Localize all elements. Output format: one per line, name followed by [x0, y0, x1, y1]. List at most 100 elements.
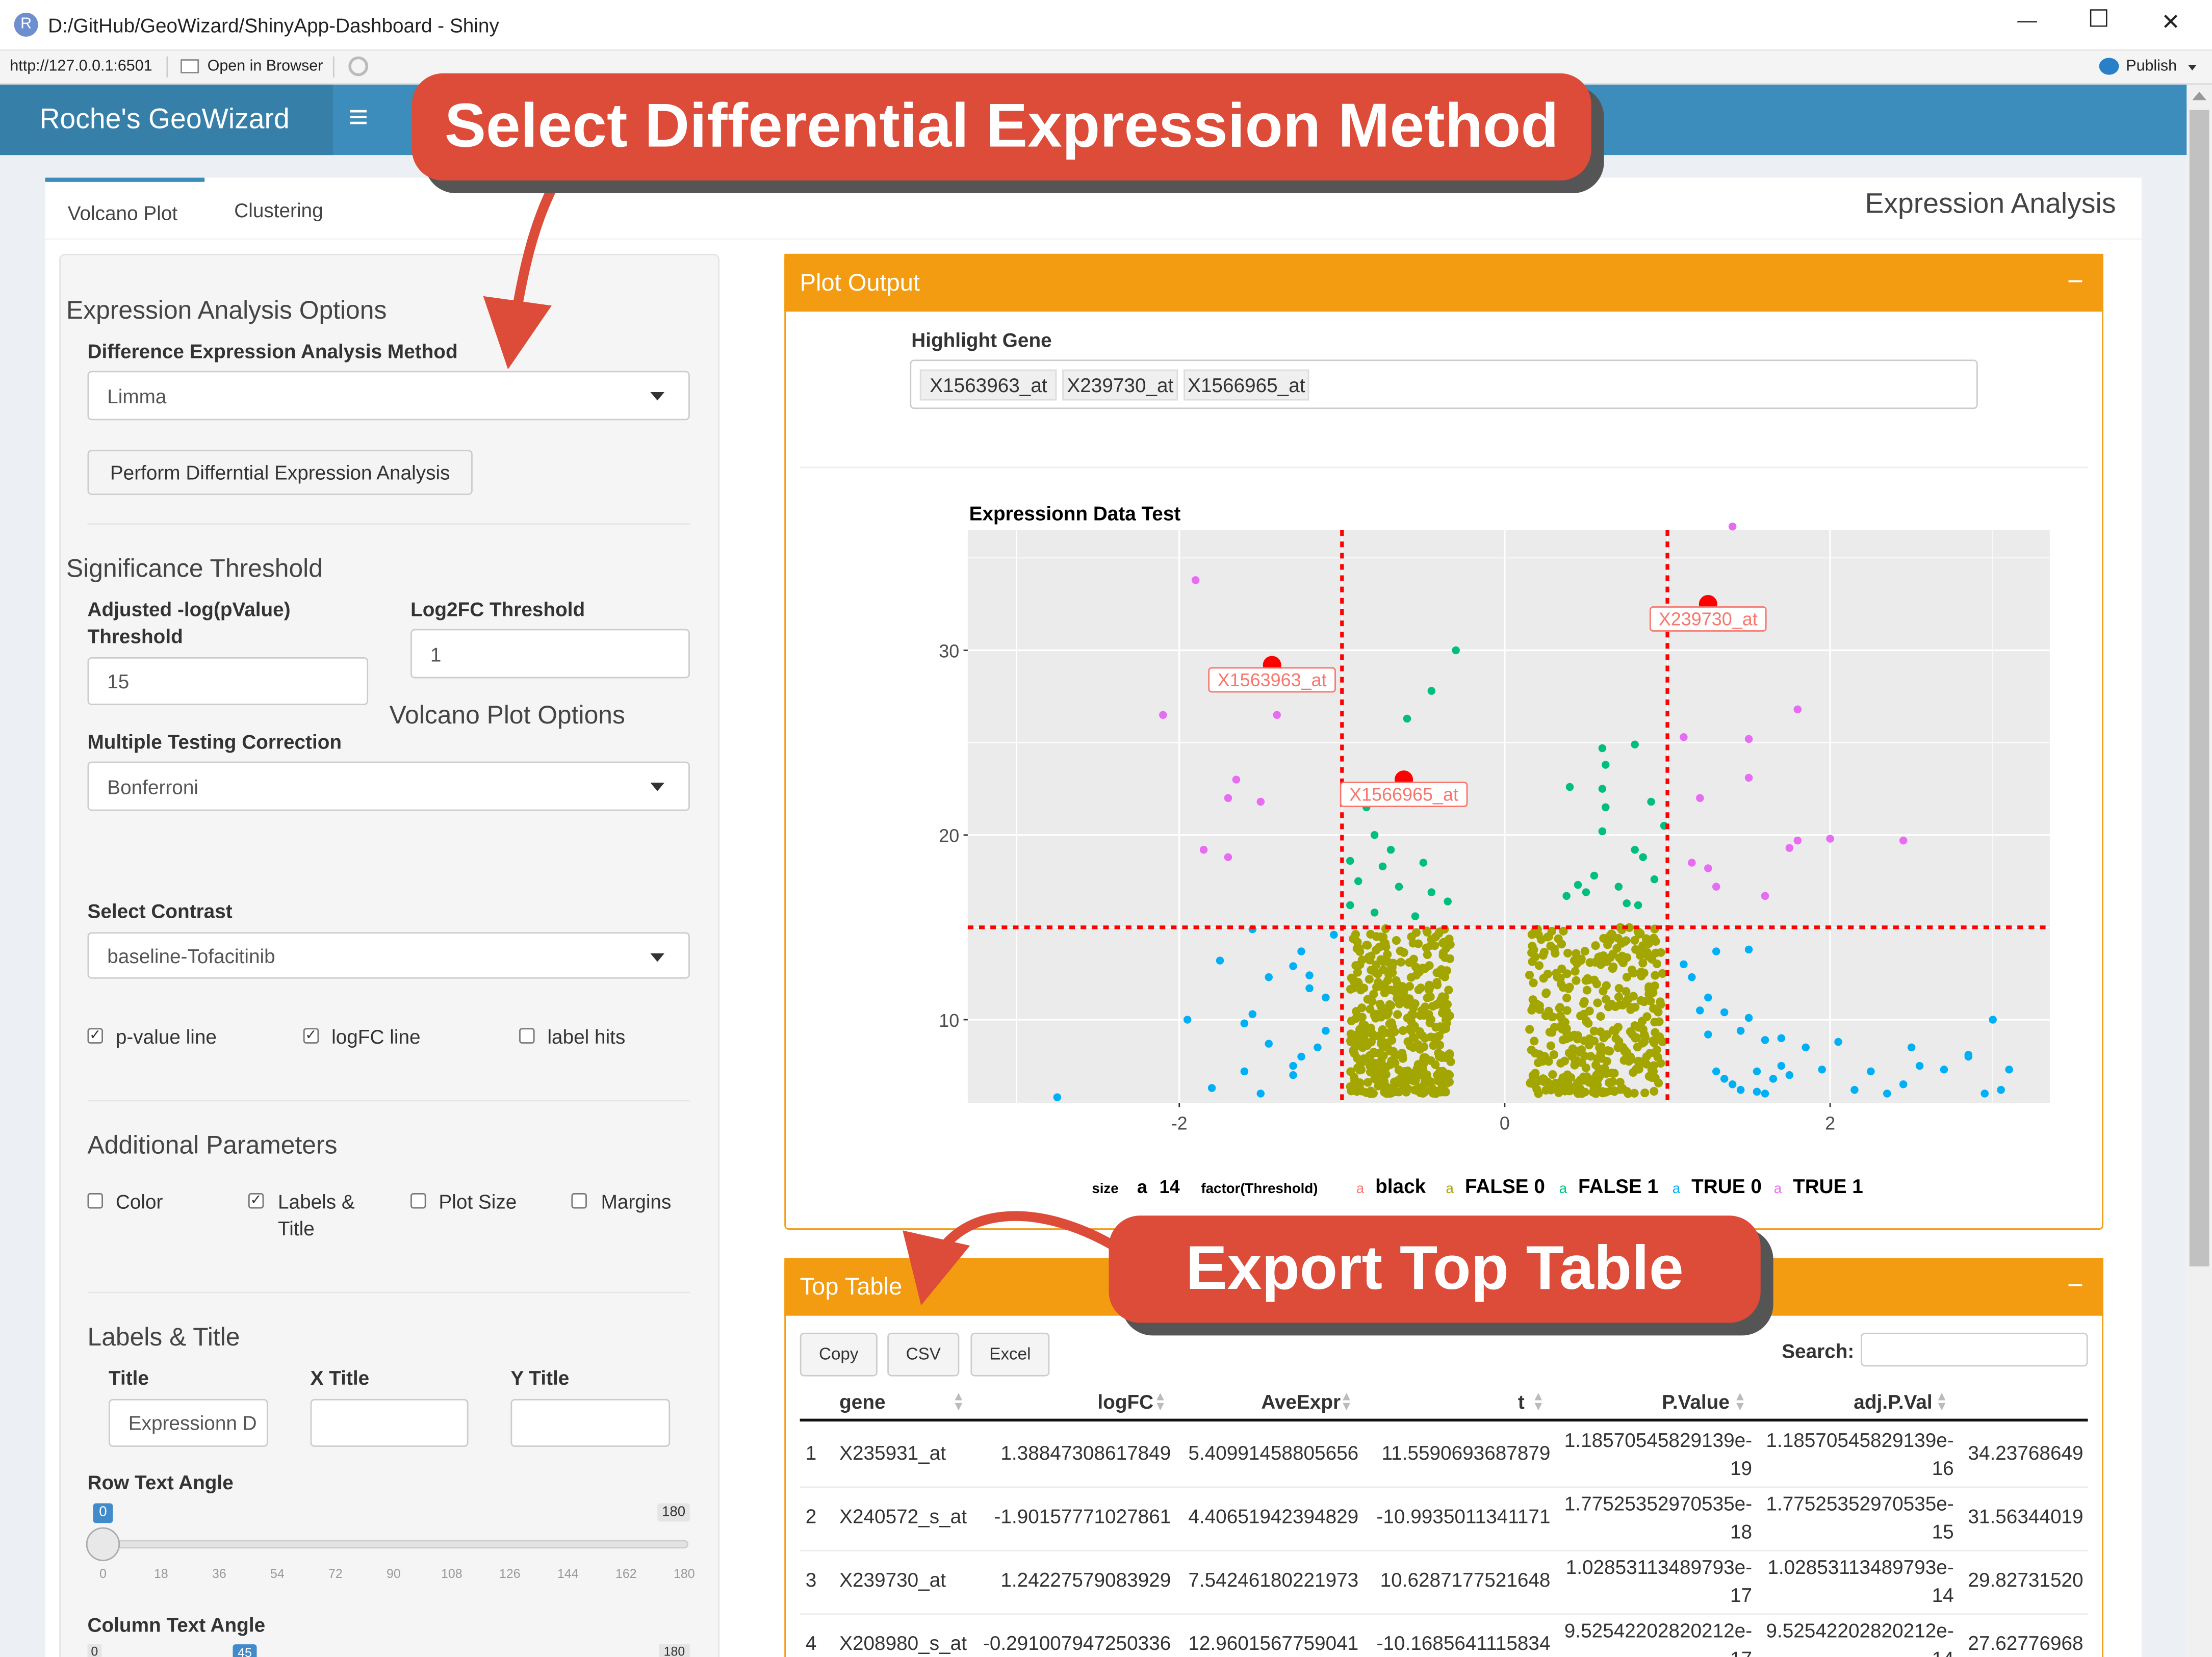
plot-size-checkbox[interactable] — [410, 1193, 426, 1209]
method-select[interactable]: Limma — [87, 371, 690, 421]
data-point — [1907, 1043, 1916, 1052]
data-point — [1634, 901, 1642, 910]
col-gene[interactable]: gene — [839, 1390, 885, 1413]
tab-clustering[interactable]: Clustering — [234, 199, 323, 221]
false0-point — [1638, 959, 1648, 968]
scrollbar[interactable] — [2187, 84, 2212, 1657]
y-tick-label: 30 — [939, 640, 959, 661]
separator — [166, 56, 168, 78]
x-title-input[interactable] — [310, 1399, 469, 1447]
data-point — [1793, 705, 1802, 714]
slider-tick-label: 144 — [557, 1567, 579, 1581]
row-angle-label: Row Text Angle — [87, 1470, 234, 1494]
highlight-gene-label: Highlight Gene — [911, 328, 1052, 351]
title-input[interactable]: Expressionn D — [109, 1399, 268, 1447]
false0-point — [1622, 1048, 1632, 1057]
copy-button[interactable]: Copy — [800, 1332, 878, 1377]
color-checkbox[interactable] — [87, 1193, 103, 1209]
publish-dropdown-icon[interactable] — [2188, 65, 2197, 71]
data-point — [1216, 956, 1224, 965]
false0-point — [1416, 964, 1425, 973]
highlight-gene-input[interactable]: X1563963_at X239730_at X1566965_at — [910, 359, 1978, 409]
minimize-icon[interactable]: — — [2017, 9, 2037, 31]
label-hits-checkbox[interactable] — [519, 1028, 535, 1044]
collapse-icon[interactable]: − — [2067, 254, 2084, 312]
sort-icon[interactable]: ▲ ▼ — [1734, 1390, 1746, 1412]
highlight-tag[interactable]: X239730_at — [1063, 369, 1178, 400]
false0-point — [1526, 1078, 1535, 1088]
row-angle-slider-track[interactable] — [101, 1540, 689, 1549]
col-t[interactable]: t — [1518, 1390, 1525, 1413]
legend-key: a — [1559, 1180, 1567, 1196]
false0-point — [1365, 975, 1374, 984]
col-adj-pvalue[interactable]: adj.P.Val — [1854, 1390, 1932, 1413]
data-point — [1964, 1051, 1973, 1059]
logfc-line-checkbox[interactable]: ✓ — [303, 1028, 319, 1044]
pvalue-threshold-input[interactable]: 15 — [87, 657, 369, 705]
data-point — [1403, 714, 1411, 723]
sort-icon[interactable]: ▲ ▼ — [952, 1390, 965, 1412]
cell-n: 1 — [805, 1441, 817, 1464]
col-pvalue[interactable]: P.Value — [1662, 1390, 1730, 1413]
false0-point — [1613, 1023, 1623, 1032]
close-icon[interactable]: ✕ — [2161, 9, 2180, 37]
y-title-label: Y Title — [510, 1366, 570, 1389]
table-header-border — [800, 1418, 2088, 1422]
sort-icon[interactable]: ▲ ▼ — [1340, 1390, 1353, 1412]
false0-point — [1346, 1037, 1355, 1047]
labels-title-checkbox[interactable]: ✓ — [248, 1193, 264, 1209]
data-point — [1899, 1080, 1908, 1089]
false0-point — [1649, 1067, 1658, 1076]
excel-button[interactable]: Excel — [970, 1332, 1050, 1377]
url-text[interactable]: http://127.0.0.1:6501 — [10, 58, 152, 74]
false0-point — [1432, 1086, 1441, 1096]
false0-point — [1390, 1027, 1399, 1037]
false0-point — [1614, 1037, 1624, 1046]
false0-point — [1561, 1025, 1570, 1034]
menu-toggle-icon[interactable]: ≡ — [348, 99, 368, 138]
mtc-select[interactable]: Bonferroni — [87, 761, 690, 811]
method-value: Limma — [107, 384, 167, 407]
false0-point — [1436, 1070, 1446, 1079]
highlight-tag[interactable]: X1563963_at — [919, 369, 1058, 400]
false0-point — [1549, 1050, 1558, 1059]
sort-icon[interactable]: ▲ ▼ — [1154, 1390, 1167, 1412]
highlight-tag[interactable]: X1566965_at — [1183, 369, 1309, 400]
perform-analysis-button[interactable]: Perform Differntial Expression Analysis — [87, 450, 473, 495]
scroll-up-icon[interactable] — [2192, 91, 2206, 100]
sort-icon[interactable]: ▲ ▼ — [1532, 1390, 1545, 1412]
cell-adj-pvalue: 16 — [1932, 1457, 1954, 1480]
col-aveexpr[interactable]: AveExpr — [1261, 1390, 1341, 1413]
false0-point — [1393, 1010, 1402, 1019]
data-point — [1639, 853, 1647, 861]
callout-select-method: Select Differential Expression Method — [411, 73, 1591, 181]
open-in-browser-button[interactable]: Open in Browser — [208, 58, 323, 74]
false0-point — [1445, 1049, 1454, 1058]
false0-point — [1640, 1088, 1650, 1098]
table-search-input[interactable] — [1861, 1332, 2088, 1367]
publish-button[interactable]: Publish — [2126, 58, 2177, 74]
collapse-icon[interactable]: − — [2067, 1258, 2084, 1315]
col-logfc[interactable]: logFC — [1097, 1390, 1153, 1413]
false0-point — [1378, 1063, 1387, 1072]
csv-button[interactable]: CSV — [887, 1332, 960, 1377]
data-point — [1378, 862, 1387, 871]
y-title-input[interactable] — [510, 1399, 671, 1447]
tab-volcano-plot[interactable]: Volcano Plot — [45, 177, 205, 240]
contrast-select[interactable]: baseline-Tofacitinib — [87, 932, 690, 979]
pvalue-line-checkbox[interactable]: ✓ — [87, 1028, 103, 1044]
app-logo[interactable]: Roche's GeoWizard — [0, 84, 333, 156]
slider-tick-label: 72 — [328, 1567, 343, 1581]
false0-point — [1585, 1037, 1594, 1046]
refresh-icon[interactable] — [348, 56, 369, 76]
maximize-icon[interactable]: ☐ — [2088, 6, 2110, 34]
false0-point — [1357, 1003, 1367, 1013]
margins-checkbox[interactable] — [571, 1193, 587, 1209]
log2fc-threshold-input[interactable]: 1 — [410, 629, 690, 679]
row-angle-slider-handle[interactable] — [86, 1527, 120, 1561]
slider-tick-label: 126 — [499, 1567, 521, 1581]
scrollbar-thumb[interactable] — [2189, 110, 2209, 1266]
data-point — [1736, 1085, 1745, 1094]
sort-icon[interactable]: ▲ ▼ — [1936, 1390, 1948, 1412]
logfc-line-label: logFC line — [331, 1025, 421, 1048]
